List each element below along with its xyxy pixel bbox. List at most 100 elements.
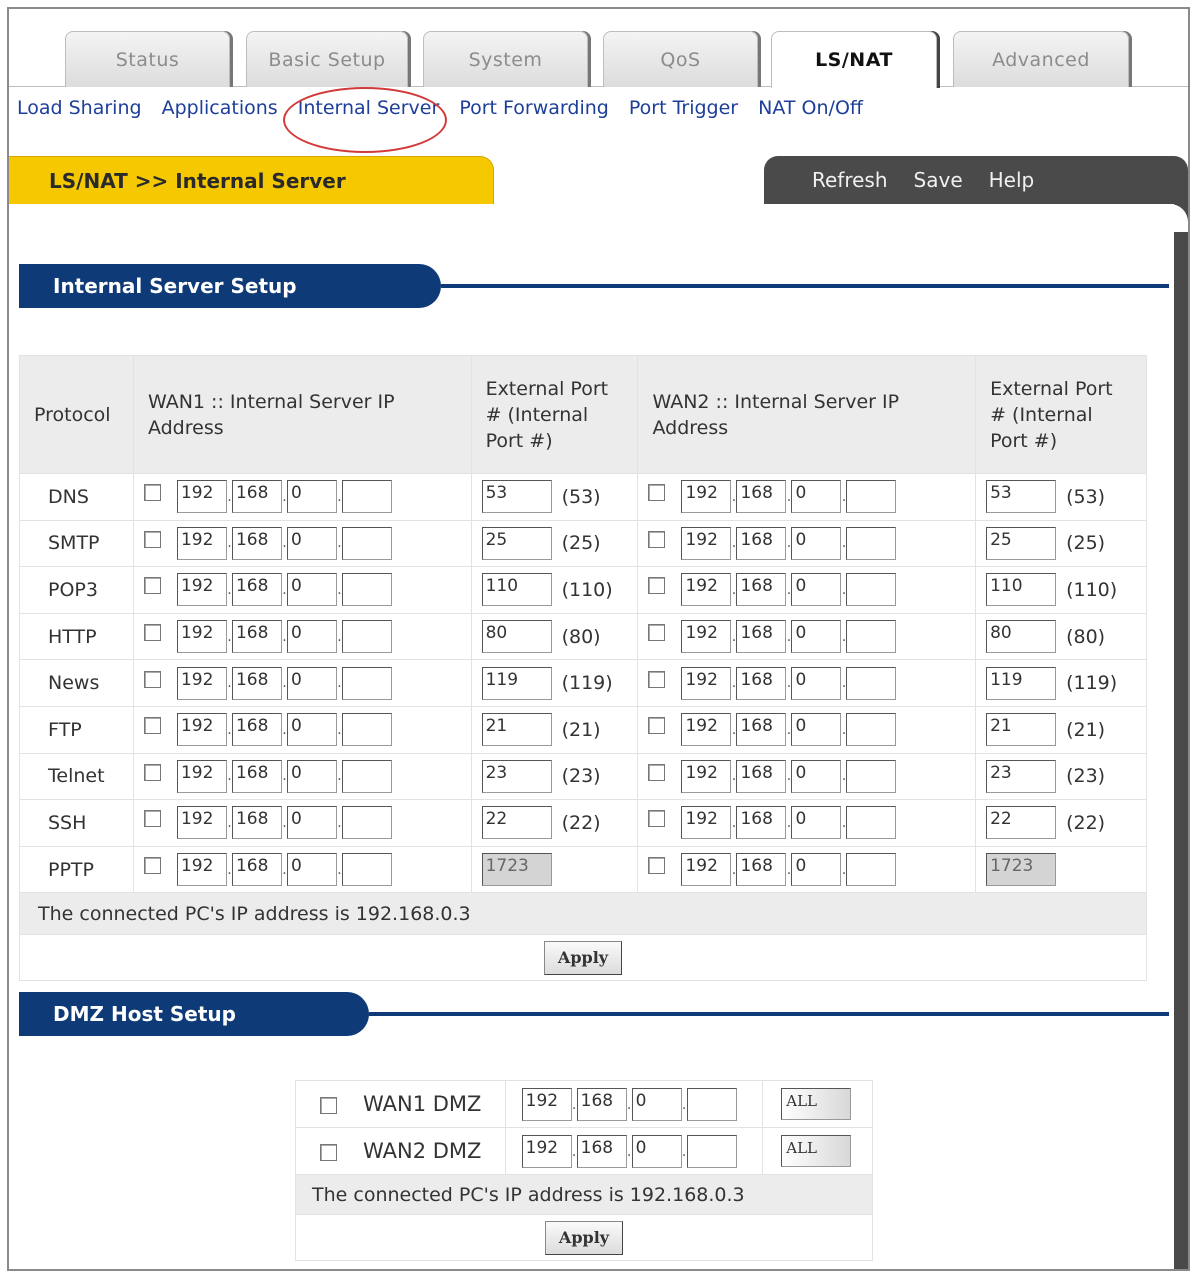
external-port-input[interactable]: 21 [986,713,1057,747]
wan1-enable-checkbox[interactable] [143,763,161,781]
wan2-enable-checkbox[interactable] [648,624,666,642]
ip-octet-4[interactable] [341,480,392,514]
ip-octet-1[interactable]: 192 [681,806,732,840]
ip-octet-4[interactable] [341,573,392,607]
dmz-protocol-select[interactable]: ALL [781,1088,852,1120]
ip-octet-1[interactable]: 192 [681,480,732,514]
ip-octet-4[interactable] [686,1135,737,1168]
ip-octet-3[interactable]: 0 [791,759,842,793]
wan1-enable-checkbox[interactable] [143,484,161,502]
ip-octet-2[interactable]: 168 [736,526,787,560]
wan2-enable-checkbox[interactable] [648,577,666,595]
ip-octet-1[interactable]: 192 [176,573,227,607]
tab-basic-setup[interactable]: Basic Setup [246,31,408,87]
wan1-enable-checkbox[interactable] [143,624,161,642]
external-port-input[interactable]: 119 [481,666,552,700]
ip-octet-2[interactable]: 168 [231,666,282,700]
ip-octet-2[interactable]: 168 [736,713,787,747]
tab-advanced[interactable]: Advanced [953,31,1129,87]
external-port-input[interactable]: 80 [481,620,552,654]
ip-octet-2[interactable]: 168 [736,573,787,607]
ip-octet-3[interactable]: 0 [791,573,842,607]
ip-octet-2[interactable]: 168 [231,480,282,514]
wan2-enable-checkbox[interactable] [648,717,666,735]
wan1-enable-checkbox[interactable] [143,530,161,548]
subnav-load-sharing[interactable]: Load Sharing [17,97,142,119]
ip-octet-2[interactable]: 168 [576,1135,627,1168]
ip-octet-4[interactable] [846,526,897,560]
tab-qos[interactable]: QoS [603,31,758,87]
external-port-input[interactable]: 25 [986,526,1057,560]
tab-ls-nat[interactable]: LS/NAT [771,31,937,88]
ip-octet-1[interactable]: 192 [176,806,227,840]
dmz-apply-button[interactable]: Apply [545,1220,623,1255]
ip-octet-3[interactable]: 0 [791,480,842,514]
ip-octet-3[interactable]: 0 [286,480,337,514]
wan2-enable-checkbox[interactable] [648,670,666,688]
ip-octet-2[interactable]: 168 [231,759,282,793]
wan1-enable-checkbox[interactable] [143,857,161,875]
subnav-internal-server[interactable]: Internal Server [298,97,440,119]
wan1-enable-checkbox[interactable] [143,810,161,828]
external-port-input[interactable]: 22 [481,806,552,840]
ip-octet-1[interactable]: 192 [681,573,732,607]
ip-octet-2[interactable]: 168 [736,666,787,700]
external-port-input[interactable]: 110 [481,573,552,607]
help-button[interactable]: Help [989,168,1035,192]
ip-octet-2[interactable]: 168 [231,526,282,560]
ip-octet-4[interactable] [846,713,897,747]
ip-octet-3[interactable]: 0 [791,666,842,700]
ip-octet-3[interactable]: 0 [631,1135,682,1168]
ip-octet-3[interactable]: 0 [286,853,337,887]
external-port-input[interactable]: 22 [986,806,1057,840]
dmz-enable-checkbox[interactable] [320,1096,337,1114]
external-port-input[interactable]: 25 [481,526,552,560]
ip-octet-1[interactable]: 192 [681,666,732,700]
ip-octet-4[interactable] [341,620,392,654]
external-port-input[interactable]: 53 [986,480,1057,514]
ip-octet-3[interactable]: 0 [791,526,842,560]
internal-server-apply-button[interactable]: Apply [544,940,622,975]
external-port-input[interactable]: 21 [481,713,552,747]
save-button[interactable]: Save [914,168,963,192]
ip-octet-4[interactable] [846,806,897,840]
ip-octet-3[interactable]: 0 [791,853,842,887]
ip-octet-4[interactable] [846,480,897,514]
ip-octet-3[interactable]: 0 [286,573,337,607]
tab-status[interactable]: Status [65,31,230,87]
ip-octet-3[interactable]: 0 [286,526,337,560]
ip-octet-1[interactable]: 192 [176,620,227,654]
ip-octet-4[interactable] [846,853,897,887]
ip-octet-1[interactable]: 192 [176,666,227,700]
subnav-nat-on-off[interactable]: NAT On/Off [758,97,863,119]
refresh-button[interactable]: Refresh [812,168,888,192]
ip-octet-1[interactable]: 192 [176,480,227,514]
ip-octet-2[interactable]: 168 [576,1088,627,1121]
ip-octet-1[interactable]: 192 [176,526,227,560]
external-port-input[interactable]: 53 [481,480,552,514]
subnav-port-forwarding[interactable]: Port Forwarding [459,97,609,119]
ip-octet-3[interactable]: 0 [286,759,337,793]
external-port-input[interactable]: 23 [481,759,552,793]
ip-octet-2[interactable]: 168 [736,620,787,654]
subnav-applications[interactable]: Applications [162,97,278,119]
ip-octet-3[interactable]: 0 [286,806,337,840]
ip-octet-4[interactable] [846,759,897,793]
ip-octet-1[interactable]: 192 [176,713,227,747]
wan2-enable-checkbox[interactable] [648,763,666,781]
ip-octet-4[interactable] [846,620,897,654]
wan1-enable-checkbox[interactable] [143,717,161,735]
ip-octet-2[interactable]: 168 [231,713,282,747]
ip-octet-2[interactable]: 168 [736,759,787,793]
ip-octet-2[interactable]: 168 [231,620,282,654]
ip-octet-4[interactable] [341,806,392,840]
ip-octet-4[interactable] [846,573,897,607]
wan2-enable-checkbox[interactable] [648,857,666,875]
ip-octet-4[interactable] [686,1088,737,1121]
ip-octet-1[interactable]: 192 [681,620,732,654]
subnav-port-trigger[interactable]: Port Trigger [629,97,738,119]
ip-octet-1[interactable]: 192 [681,526,732,560]
ip-octet-1[interactable]: 192 [176,759,227,793]
ip-octet-3[interactable]: 0 [791,713,842,747]
ip-octet-3[interactable]: 0 [286,713,337,747]
